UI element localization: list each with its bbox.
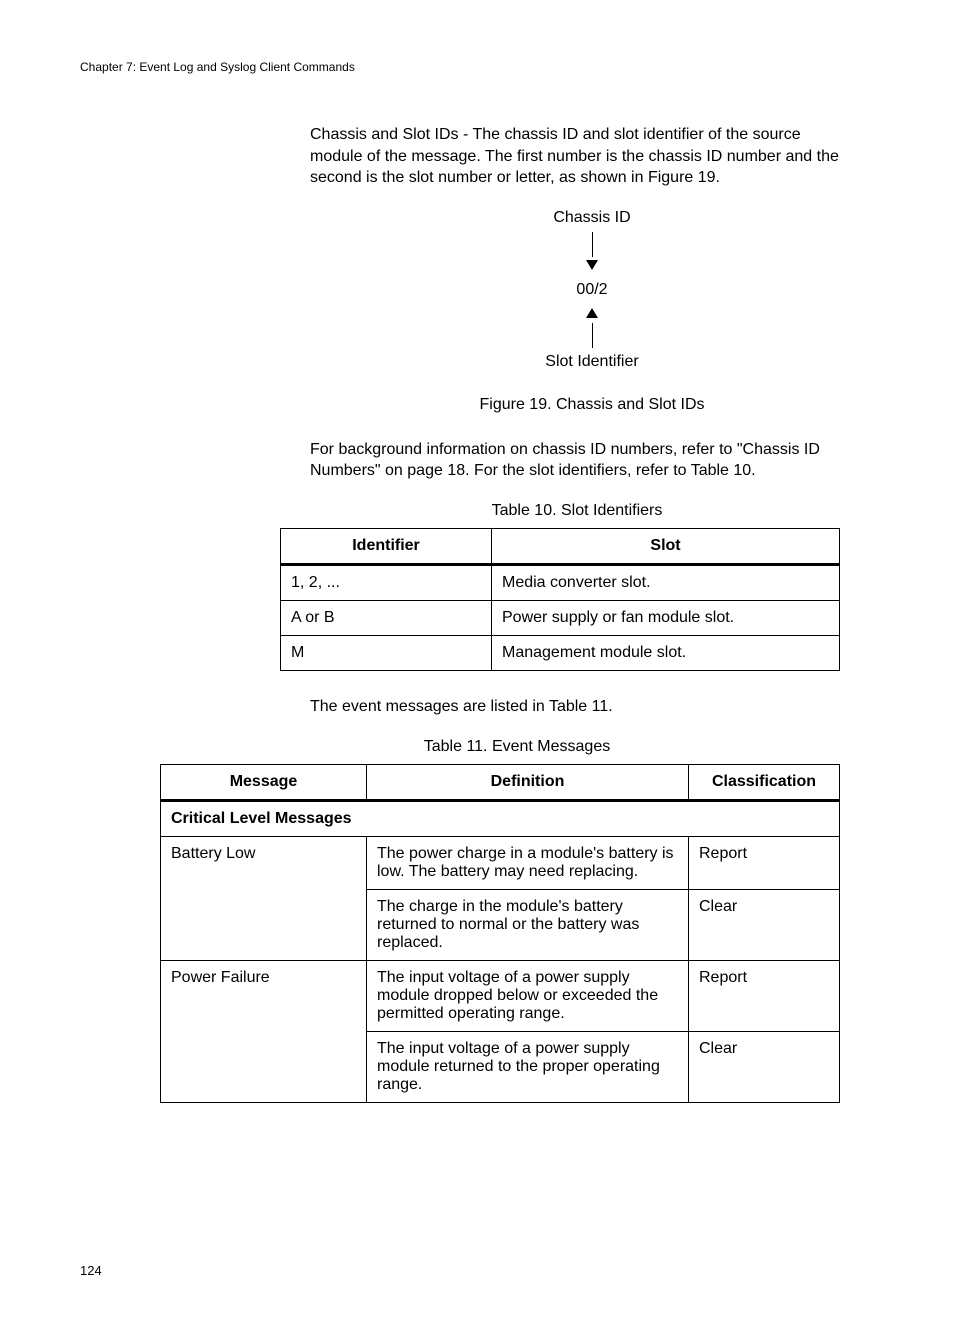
paragraph-background-info: For background information on chassis ID… xyxy=(310,439,844,482)
table-row: M Management module slot. xyxy=(281,635,840,670)
paragraph-event-messages: The event messages are listed in Table 1… xyxy=(310,696,844,718)
table-11-header-definition: Definition xyxy=(367,764,689,800)
table-cell: The input voltage of a power supply modu… xyxy=(367,1031,689,1102)
arrow-down-icon xyxy=(586,260,598,270)
table-11-section-critical: Critical Level Messages xyxy=(161,800,840,836)
table-cell: The charge in the module's battery retur… xyxy=(367,889,689,960)
table-row: 1, 2, ... Media converter slot. xyxy=(281,564,840,600)
table-cell: 1, 2, ... xyxy=(281,564,492,600)
table-cell: Clear xyxy=(689,889,840,960)
table-cell: Power supply or fan module slot. xyxy=(492,600,840,635)
paragraph-chassis-slot-intro: Chassis and Slot IDs - The chassis ID an… xyxy=(310,124,844,189)
table-11-event-messages: Message Definition Classification Critic… xyxy=(160,764,840,1103)
table-row: Power Failure The input voltage of a pow… xyxy=(161,960,840,1031)
table-10-header-identifier: Identifier xyxy=(281,528,492,564)
table-cell: The power charge in a module's battery i… xyxy=(367,836,689,889)
figure-middle-value: 00/2 xyxy=(310,281,874,299)
table-10-header-slot: Slot xyxy=(492,528,840,564)
table-11-header-message: Message xyxy=(161,764,367,800)
table-cell: Management module slot. xyxy=(492,635,840,670)
table-row: Battery Low The power charge in a module… xyxy=(161,836,840,889)
table-row: A or B Power supply or fan module slot. xyxy=(281,600,840,635)
figure-label-chassis-id: Chassis ID xyxy=(310,209,874,227)
arrow-stem xyxy=(592,323,593,348)
figure-19-caption: Figure 19. Chassis and Slot IDs xyxy=(310,396,874,414)
chapter-header: Chapter 7: Event Log and Syslog Client C… xyxy=(80,60,874,74)
table-cell: Media converter slot. xyxy=(492,564,840,600)
table-11-caption: Table 11. Event Messages xyxy=(160,738,874,756)
figure-19: Chassis ID 00/2 Slot Identifier xyxy=(310,209,874,371)
table-cell: Report xyxy=(689,960,840,1031)
arrow-stem xyxy=(592,232,593,257)
table-cell: Report xyxy=(689,836,840,889)
table-cell-section: Critical Level Messages xyxy=(161,800,840,836)
arrow-up-icon xyxy=(586,308,598,318)
table-10-slot-identifiers: Identifier Slot 1, 2, ... Media converte… xyxy=(280,528,840,671)
table-cell: Power Failure xyxy=(161,960,367,1102)
table-11-header-classification: Classification xyxy=(689,764,840,800)
figure-label-slot-identifier: Slot Identifier xyxy=(310,353,874,371)
table-cell: M xyxy=(281,635,492,670)
page-number: 124 xyxy=(80,1263,874,1278)
table-cell: The input voltage of a power supply modu… xyxy=(367,960,689,1031)
table-cell: Clear xyxy=(689,1031,840,1102)
table-10-caption: Table 10. Slot Identifiers xyxy=(280,502,874,520)
table-cell: Battery Low xyxy=(161,836,367,960)
table-cell: A or B xyxy=(281,600,492,635)
